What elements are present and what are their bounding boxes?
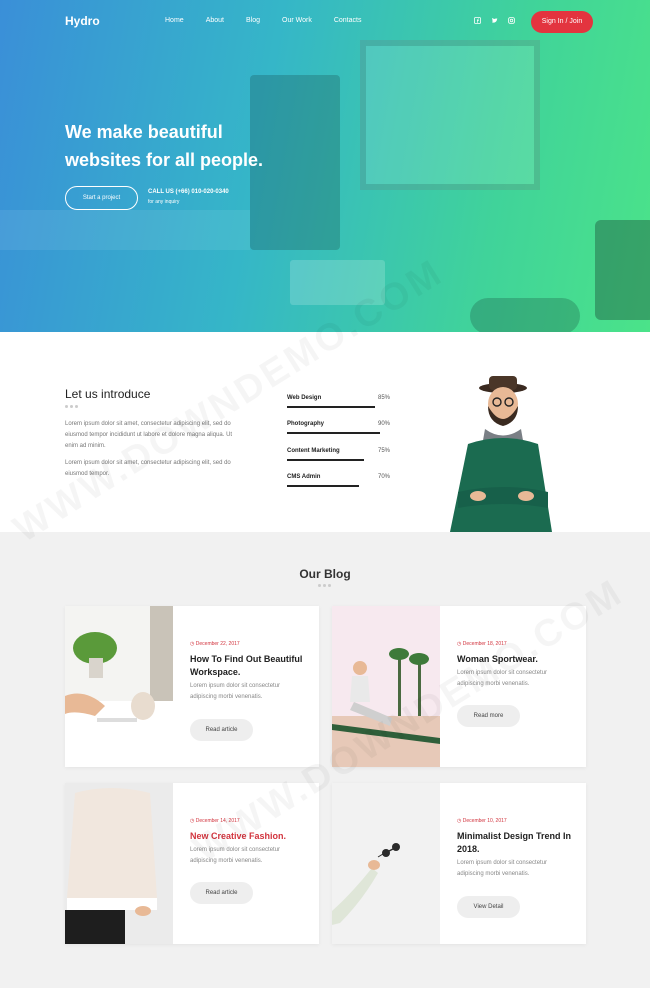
skill-photography: Photography 90% <box>287 421 390 434</box>
blog-card: December 22, 2017 How To Find Out Beauti… <box>65 606 319 767</box>
hero-section: Hydro Home About Blog Our Work Contacts … <box>0 0 650 332</box>
skill-name: CMS Admin <box>287 474 321 480</box>
call-us-subtext: for any inquiry <box>148 199 180 205</box>
hero-title: We make beautiful websites for all peopl… <box>65 118 325 174</box>
post-title[interactable]: Woman Sportwear. <box>457 653 577 666</box>
intro-paragraph-2: Lorem ipsum dolor sit amet, consectetur … <box>65 460 231 477</box>
nav-item-our-work[interactable]: Our Work <box>282 17 312 24</box>
hero-bg-cup <box>595 220 650 320</box>
hero-title-line-1: We make beautiful <box>65 122 223 142</box>
skill-content-marketing: Content Marketing 75% <box>287 448 390 461</box>
post-date: December 10, 2017 <box>457 818 507 824</box>
site-logo[interactable]: Hydro <box>65 14 100 28</box>
hero-bg-mouse <box>470 298 580 332</box>
skill-percent: 85% <box>377 395 390 401</box>
skill-bar <box>287 485 360 487</box>
hero-title-line-2: websites for all people. <box>65 150 264 170</box>
post-title[interactable]: New Creative Fashion. <box>190 830 310 843</box>
nav-item-about[interactable]: About <box>206 17 224 24</box>
read-more-button[interactable]: Read more <box>457 705 520 727</box>
blog-card: December 18, 2017 Woman Sportwear. Lorem… <box>332 606 586 767</box>
main-menu: Home About Blog Our Work Contacts <box>165 17 383 24</box>
top-navigation: Hydro Home About Blog Our Work Contacts … <box>0 0 650 44</box>
skill-bar <box>287 406 375 408</box>
post-title[interactable]: Minimalist Design Trend In 2018. <box>457 830 577 856</box>
hero-bg-keyboard <box>290 260 385 305</box>
post-title[interactable]: How To Find Out Beautiful Workspace. <box>190 653 310 679</box>
nav-item-home[interactable]: Home <box>165 17 184 24</box>
intro-section: Let us introduce Lorem ipsum dolor sit a… <box>0 332 650 532</box>
instagram-icon[interactable] <box>508 17 515 24</box>
post-excerpt: Lorem ipsum dolor sit consectetur adipis… <box>190 847 281 864</box>
skill-percent: 70% <box>377 474 390 480</box>
title-divider-dots <box>318 584 331 587</box>
skill-bar <box>287 459 365 461</box>
skill-name: Content Marketing <box>287 448 340 454</box>
twitter-icon[interactable] <box>491 17 498 24</box>
blog-card-image <box>332 783 440 944</box>
start-project-button[interactable]: Start a project <box>65 186 138 210</box>
team-member-photo <box>450 376 552 532</box>
skill-percent: 75% <box>377 448 390 454</box>
facebook-icon[interactable] <box>474 17 481 24</box>
view-detail-button[interactable]: View Detail <box>457 896 520 918</box>
skill-bar <box>287 432 380 434</box>
title-divider-dots <box>65 405 78 408</box>
post-excerpt: Lorem ipsum dolor sit consectetur adipis… <box>457 860 548 877</box>
post-date: December 22, 2017 <box>190 641 240 647</box>
blog-card-image <box>332 606 440 767</box>
nav-item-blog[interactable]: Blog <box>246 17 260 24</box>
skill-name: Web Design <box>287 395 322 401</box>
post-date: December 18, 2017 <box>457 641 507 647</box>
skill-name: Photography <box>287 421 324 427</box>
nav-item-contacts[interactable]: Contacts <box>334 17 362 24</box>
blog-section-title: Our Blog <box>299 567 351 581</box>
signin-button[interactable]: Sign In / Join <box>531 11 593 33</box>
intro-title: Let us introduce <box>65 387 151 401</box>
read-article-button[interactable]: Read article <box>190 719 253 741</box>
social-links <box>474 17 515 24</box>
blog-card-image <box>65 783 173 944</box>
blog-card-image <box>65 606 173 767</box>
hero-bg-monitor <box>360 40 540 190</box>
read-article-button[interactable]: Read article <box>190 882 253 904</box>
skill-web-design: Web Design 85% <box>287 395 390 408</box>
skill-cms-admin: CMS Admin 70% <box>287 474 390 487</box>
blog-card: December 10, 2017 Minimalist Design Tren… <box>332 783 586 944</box>
post-excerpt: Lorem ipsum dolor sit consectetur adipis… <box>457 670 548 687</box>
blog-card: December 14, 2017 New Creative Fashion. … <box>65 783 319 944</box>
intro-paragraph-1: Lorem ipsum dolor sit amet, consectetur … <box>65 421 233 449</box>
hero-bg-shape <box>0 210 250 250</box>
post-excerpt: Lorem ipsum dolor sit consectetur adipis… <box>190 683 281 700</box>
post-date: December 14, 2017 <box>190 818 240 824</box>
skill-percent: 90% <box>377 421 390 427</box>
call-us-text: CALL US (+66) 010-020-0340 <box>148 189 229 195</box>
